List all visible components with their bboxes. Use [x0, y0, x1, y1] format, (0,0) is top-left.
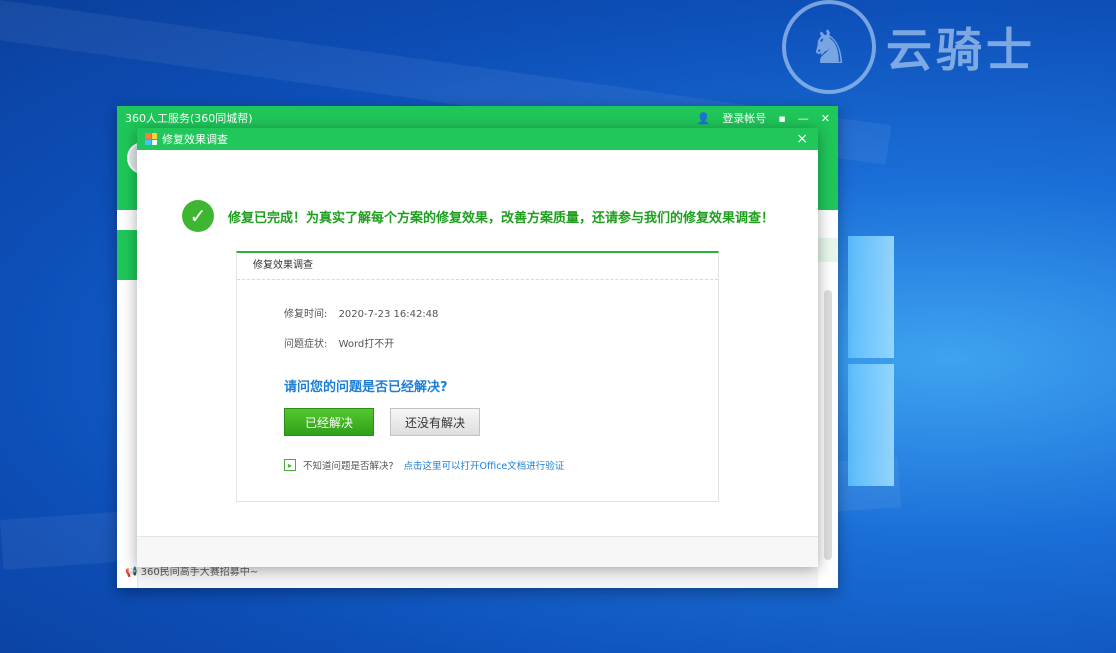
resolved-button[interactable]: 已经解决	[284, 408, 374, 436]
repair-time-label: 修复时间:	[284, 309, 328, 320]
symptom-value: Word打不开	[338, 339, 395, 350]
close-icon[interactable]: ✕	[821, 112, 830, 125]
symptom-row: 问题症状: Word打不开	[284, 335, 394, 350]
survey-card: 修复效果调查 修复时间: 2020-7-23 16:42:48 问题症状: Wo…	[236, 251, 719, 502]
login-link[interactable]: 登录帐号	[722, 110, 766, 126]
verify-hint: ▸ 不知道问题是否解决? 点击这里可以打开Office文档进行验证	[284, 458, 564, 472]
knight-logo-icon: ♞	[782, 0, 876, 94]
arrow-right-icon: ▸	[284, 459, 296, 471]
scrollbar[interactable]	[824, 290, 832, 560]
megaphone-icon: 📢	[125, 567, 138, 578]
completion-banner: ✓ 修复已完成！为真实了解每个方案的修复效果，改善方案质量，还请参与我们的修复效…	[182, 200, 774, 232]
dialog-titlebar: 修复效果调查 ×	[137, 128, 818, 150]
check-icon: ✓	[182, 200, 214, 232]
repair-time-row: 修复时间: 2020-7-23 16:42:48	[284, 305, 438, 320]
dialog-footer	[137, 536, 818, 567]
completion-message: 修复已完成！为真实了解每个方案的修复效果，改善方案质量，还请参与我们的修复效果调…	[228, 210, 775, 226]
sidebar-active-item[interactable]	[117, 230, 137, 280]
watermark: ♞ 云骑士	[782, 0, 1036, 94]
symptom-label: 问题症状:	[284, 339, 328, 350]
windows-logo	[846, 236, 894, 496]
close-button[interactable]: ×	[796, 131, 808, 147]
selected-row-highlight	[818, 238, 838, 262]
dialog-title: 修复效果调查	[162, 133, 228, 146]
verify-hint-text: 不知道问题是否解决?	[303, 461, 394, 472]
back-sidebar	[117, 210, 138, 588]
watermark-text: 云骑士	[886, 23, 1036, 77]
repair-time-value: 2020-7-23 16:42:48	[338, 309, 439, 320]
back-right-panel	[818, 210, 838, 588]
minimize-icon[interactable]: —	[798, 112, 809, 125]
back-window-titlebar: 360人工服务(360同城帮) 👤 登录帐号 ▪ — ✕	[117, 106, 838, 130]
repair-survey-dialog: 修复效果调查 × ✓ 修复已完成！为真实了解每个方案的修复效果，改善方案质量，还…	[137, 128, 818, 567]
back-window-title: 360人工服务(360同城帮)	[125, 112, 253, 125]
open-office-verify-link[interactable]: 点击这里可以打开Office文档进行验证	[404, 458, 565, 472]
app-logo-icon	[145, 133, 157, 145]
user-icon[interactable]: 👤	[697, 112, 711, 125]
resolution-question: 请问您的问题是否已经解决?	[284, 380, 448, 395]
unresolved-button[interactable]: 还没有解决	[390, 408, 480, 436]
chat-icon[interactable]: ▪	[778, 112, 785, 125]
promo-text: 360民间高手大赛招募中~	[140, 567, 259, 578]
survey-card-title: 修复效果调查	[237, 253, 718, 280]
